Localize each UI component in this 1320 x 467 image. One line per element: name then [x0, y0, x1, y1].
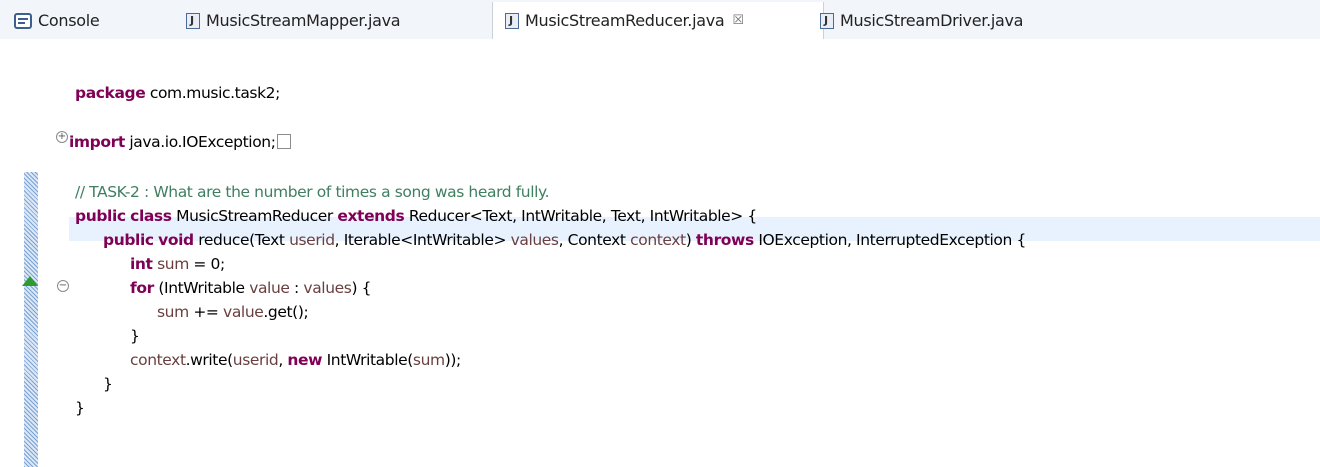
tab-label: MusicStreamDriver.java: [840, 11, 1024, 30]
code-line-14: }: [75, 399, 85, 417]
tab-label: MusicStreamMapper.java: [206, 11, 401, 30]
tab-music-stream-reducer[interactable]: MusicStreamReducer.java ☒: [492, 2, 824, 39]
code-line-12: context.write(userid, new IntWritable(su…: [130, 351, 461, 369]
java-file-icon: [820, 12, 834, 29]
tab-music-stream-driver[interactable]: MusicStreamDriver.java: [820, 2, 1080, 39]
code-line-5: // TASK-2 : What are the number of times…: [75, 183, 550, 201]
java-file-icon: [186, 12, 200, 29]
warning-marker-icon: [22, 276, 38, 286]
code-line-6: public class MusicStreamReducer extends …: [75, 207, 757, 225]
editor-tab-bar: Console MusicStreamMapper.java MusicStre…: [0, 0, 1320, 39]
expand-fold-icon[interactable]: +: [56, 131, 68, 143]
code-line-10: sum += value.get();: [157, 303, 309, 321]
code-line-7: public void reduce(Text userid, Iterable…: [103, 231, 1026, 249]
overview-ruler-marker: [24, 172, 38, 467]
tab-label: Console: [38, 11, 100, 30]
tab-console[interactable]: Console: [6, 2, 154, 39]
code-line-8: int sum = 0;: [130, 255, 225, 273]
java-file-icon: [505, 12, 519, 29]
collapse-fold-icon[interactable]: −: [57, 280, 69, 292]
tab-music-stream-mapper[interactable]: MusicStreamMapper.java: [186, 2, 466, 39]
tab-label: MusicStreamReducer.java: [525, 11, 725, 30]
close-tab-icon[interactable]: ☒: [732, 13, 744, 28]
code-line-13: }: [103, 375, 113, 393]
code-editor[interactable]: + − package com.music.task2; import java…: [0, 39, 1320, 467]
code-line-1: package com.music.task2;: [75, 84, 280, 102]
code-line-9: for (IntWritable value : values) {: [130, 279, 372, 297]
collapsed-imports-icon[interactable]: [276, 134, 291, 149]
code-line-3: import java.io.IOException;: [69, 130, 291, 154]
console-icon: [14, 12, 32, 29]
code-line-11: }: [130, 327, 140, 345]
